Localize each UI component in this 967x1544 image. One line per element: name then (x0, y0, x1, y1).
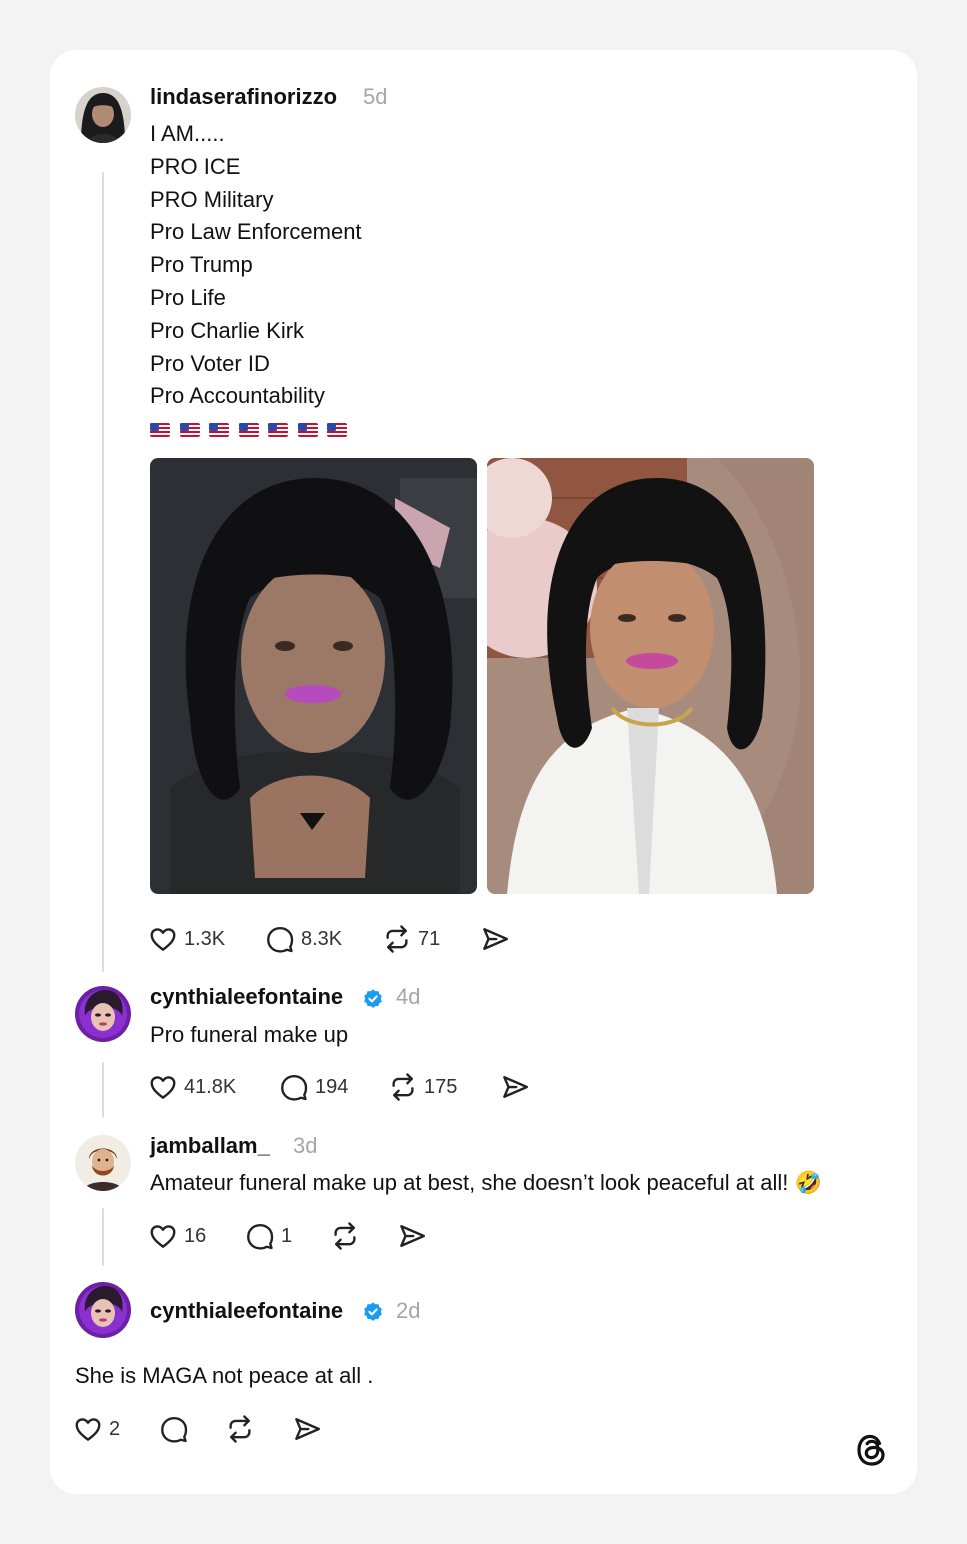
post-line: Pro Law Enforcement (150, 219, 362, 245)
flag-row (150, 421, 370, 437)
reply-button[interactable]: 1 (245, 1221, 292, 1251)
thread-line (102, 1208, 104, 1266)
username[interactable]: jamballam_ (150, 1133, 270, 1159)
us-flag-icon (150, 422, 170, 437)
repost-icon (388, 1072, 418, 1102)
like-count: 41.8K (184, 1075, 237, 1098)
reply-time: 4d (396, 984, 421, 1009)
like-button[interactable]: 16 (148, 1221, 206, 1251)
avatar[interactable] (75, 986, 131, 1042)
us-flag-icon (179, 422, 200, 437)
repost-button[interactable] (225, 1414, 255, 1444)
reply-count: 1 (281, 1224, 293, 1247)
us-flag-icon (209, 422, 229, 437)
repost-icon (225, 1414, 255, 1444)
post-line: I AM..... (150, 121, 225, 146)
post-time: 5d (363, 84, 388, 109)
threads-logo-icon[interactable] (852, 1430, 892, 1470)
comment-icon (279, 1072, 309, 1102)
username[interactable]: cynthialeefontaine (150, 984, 343, 1010)
thread-card: lindaserafinorizzo 5d I AM..... PRO ICE … (50, 50, 917, 1494)
us-flag-icon (297, 422, 318, 437)
reply-button[interactable]: 194 (279, 1072, 348, 1102)
us-flag-icon (238, 422, 259, 437)
us-flag-icon (268, 422, 288, 437)
share-button[interactable] (500, 1072, 530, 1102)
thread-line (102, 1062, 104, 1118)
reply-text: Amateur funeral make up at best, she doe… (150, 1170, 822, 1195)
post-line: Pro Life (150, 284, 226, 310)
heart-icon (148, 1072, 178, 1102)
verified-badge-icon (364, 1302, 382, 1321)
like-count: 16 (184, 1224, 207, 1247)
repost-button[interactable]: 175 (388, 1072, 457, 1102)
avatar[interactable] (75, 87, 131, 143)
share-icon (397, 1221, 427, 1251)
avatar[interactable] (75, 1135, 131, 1191)
like-count: 2 (109, 1417, 121, 1440)
heart-icon (73, 1414, 103, 1444)
reply-time: 3d (293, 1133, 318, 1158)
reply-button[interactable]: 8.3K (265, 924, 342, 954)
share-button[interactable] (292, 1414, 322, 1444)
reply-count: 8.3K (301, 927, 343, 950)
post-photo-2[interactable] (487, 458, 814, 894)
post-line: Pro Accountability (150, 383, 325, 409)
like-button[interactable]: 41.8K (148, 1072, 236, 1102)
username[interactable]: cynthialeefontaine (150, 1298, 343, 1324)
post-line: PRO ICE (150, 153, 241, 179)
comment-icon (265, 924, 295, 954)
like-button[interactable]: 1.3K (148, 924, 225, 954)
repost-count: 71 (418, 927, 441, 950)
share-button[interactable] (397, 1221, 427, 1251)
reply-text: She is MAGA not peace at all . (75, 1363, 374, 1388)
like-count: 1.3K (184, 927, 226, 950)
us-flag-icon (327, 422, 347, 437)
share-icon (292, 1414, 322, 1444)
comment-icon (245, 1221, 275, 1251)
repost-icon (382, 924, 412, 954)
repost-button[interactable] (330, 1221, 360, 1251)
reply-count: 194 (315, 1075, 349, 1098)
reply-button[interactable] (159, 1414, 189, 1444)
thread-line (102, 172, 104, 972)
avatar[interactable] (75, 1282, 131, 1338)
post-line: Pro Trump (150, 252, 253, 278)
comment-icon (159, 1414, 189, 1444)
heart-icon (148, 1221, 178, 1251)
reply-time: 2d (396, 1298, 421, 1323)
share-icon (480, 924, 510, 954)
post-line: PRO Military (150, 186, 274, 212)
repost-button[interactable]: 71 (382, 924, 440, 954)
post-body: I AM..... PRO ICE PRO Military Pro Law E… (150, 118, 362, 413)
post-line: Pro Charlie Kirk (150, 317, 305, 343)
verified-badge-icon (364, 989, 382, 1008)
post-photo-1[interactable] (150, 458, 477, 894)
reply-text: Pro funeral make up (150, 1022, 349, 1047)
repost-icon (330, 1221, 360, 1251)
like-button[interactable]: 2 (73, 1414, 120, 1444)
share-icon (500, 1072, 530, 1102)
repost-count: 175 (424, 1075, 458, 1098)
post-line: Pro Voter ID (150, 350, 270, 376)
username[interactable]: lindaserafinorizzo (150, 84, 337, 110)
share-button[interactable] (480, 924, 510, 954)
heart-icon (148, 924, 178, 954)
